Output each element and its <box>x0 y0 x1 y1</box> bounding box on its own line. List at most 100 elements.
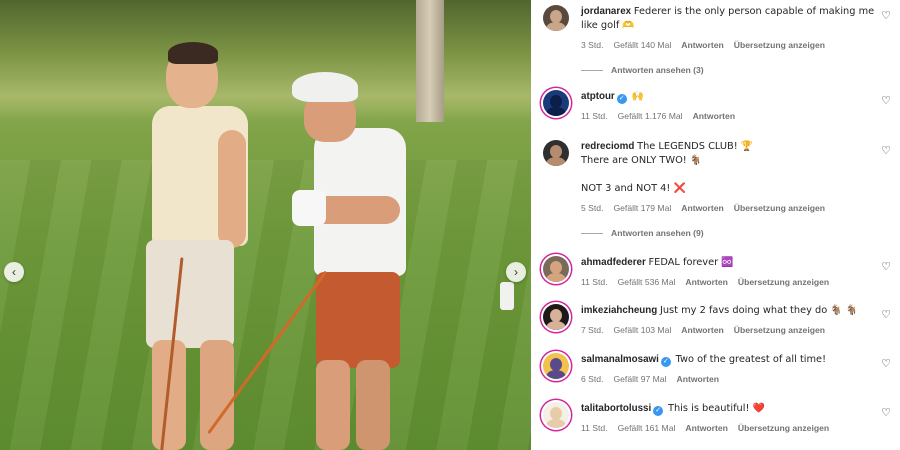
comment-meta: 11 Std. Gefällt 161 Mal Antworten Übersetzu… <box>581 421 875 435</box>
carousel-next-button[interactable]: › <box>506 262 526 282</box>
translate-button[interactable]: Übersetzung anzeigen <box>738 421 829 435</box>
comment-likes[interactable]: Gefällt 161 Mal <box>618 421 676 435</box>
avatar[interactable] <box>543 353 569 379</box>
comment-time[interactable]: 5 Std. <box>581 201 603 215</box>
divider-line <box>581 69 603 71</box>
comment-body: salmanalmosawi ✓ Two of the greatest of a… <box>581 353 899 386</box>
heart-outline-icon[interactable]: ♡ <box>881 406 891 419</box>
avatar-body <box>546 419 566 428</box>
comment-username[interactable]: jordanarex <box>581 6 631 17</box>
comment-meta: 11 Std. Gefällt 1.176 Mal Antworten <box>581 109 875 123</box>
comment-likes[interactable]: Gefällt 536 Mal <box>618 275 676 289</box>
comment-meta: 3 Std. Gefällt 140 Mal Antworten Übersetzun… <box>581 38 875 52</box>
comment-time[interactable]: 11 Std. <box>581 421 608 435</box>
palm-trunk <box>416 0 444 122</box>
avatar-body <box>546 157 566 166</box>
comment-text: Two of the greatest of all time! <box>675 354 827 365</box>
view-replies-label: Antworten ansehen (3) <box>611 65 704 75</box>
avatar-body <box>546 22 566 31</box>
heart-outline-icon[interactable]: ♡ <box>881 9 891 22</box>
comment-item: redreciomd The LEGENDS CLUB! 🏆 There are… <box>543 140 899 215</box>
comment-meta: 6 Std. Gefällt 97 Mal Antworten <box>581 372 875 386</box>
comment-body: atptour ✓ 🙌 11 Std. Gefällt 1.176 Mal Antwor… <box>581 90 899 123</box>
avatar[interactable] <box>543 140 569 166</box>
verified-badge-icon: ✓ <box>653 406 664 416</box>
reply-button[interactable]: Antworten <box>677 372 720 386</box>
comment-likes[interactable]: Gefällt 97 Mal <box>613 372 666 386</box>
comment-time[interactable]: 3 Std. <box>581 38 603 52</box>
comment-text: FEDAL forever ♾️ <box>648 257 734 268</box>
comment-body: jordanarex Federer is the only person ca… <box>581 5 899 52</box>
chevron-right-icon: › <box>514 265 518 279</box>
comment-likes[interactable]: Gefällt 140 Mal <box>613 38 671 52</box>
heart-outline-icon[interactable]: ♡ <box>881 260 891 273</box>
avatar[interactable] <box>543 304 569 330</box>
fairway-grass <box>0 160 531 450</box>
comment-text: 🙌 <box>631 91 644 102</box>
comment-text: This is beautiful! ❤️ <box>667 403 765 414</box>
comment-username[interactable]: ahmadfederer <box>581 257 646 268</box>
reply-button[interactable]: Antworten <box>685 421 728 435</box>
comment-time[interactable]: 6 Std. <box>581 372 603 386</box>
reply-button[interactable]: Antworten <box>693 109 736 123</box>
comment-time[interactable]: 11 Std. <box>581 109 608 123</box>
comment-item: jordanarex Federer is the only person ca… <box>543 5 899 52</box>
comment-meta: 7 Std. Gefällt 103 Mal Antworten Übersetzun… <box>581 323 875 337</box>
comment-username[interactable]: salmanalmosawi <box>581 354 659 365</box>
carousel-prev-button[interactable]: ‹ <box>4 262 24 282</box>
verified-badge-icon: ✓ <box>660 357 671 367</box>
divider-line <box>581 232 603 234</box>
comment-username[interactable]: atptour <box>581 91 615 102</box>
person-left-shorts <box>146 240 234 348</box>
person-right-cap <box>292 72 358 102</box>
translate-button[interactable]: Übersetzung anzeigen <box>734 201 825 215</box>
translate-button[interactable]: Übersetzung anzeigen <box>738 275 829 289</box>
avatar[interactable] <box>543 5 569 31</box>
comment-meta: 11 Std. Gefällt 536 Mal Antworten Übersetzu… <box>581 275 875 289</box>
chevron-left-icon: ‹ <box>12 265 16 279</box>
comment-item: imkeziahcheung Just my 2 favs doing what… <box>543 304 899 337</box>
person-left-leg <box>200 340 234 450</box>
comment-text: Just my 2 favs doing what they do 🐐 🐐 <box>659 305 858 316</box>
reply-button[interactable]: Antworten <box>681 201 724 215</box>
comment-time[interactable]: 7 Std. <box>581 323 603 337</box>
comment-body: ahmadfederer FEDAL forever ♾️ 11 Std. Gefä… <box>581 256 899 289</box>
comment-meta: 5 Std. Gefällt 179 Mal Antworten Übersetzun… <box>581 201 875 215</box>
reply-button[interactable]: Antworten <box>681 323 724 337</box>
person-right-shorts <box>316 272 400 368</box>
view-replies-button[interactable]: Antworten ansehen (3) <box>581 65 704 75</box>
background-trees <box>0 0 531 120</box>
person-right-glove <box>292 190 326 226</box>
comment-username[interactable]: redreciomd <box>581 141 634 152</box>
comment-body: imkeziahcheung Just my 2 favs doing what… <box>581 304 899 337</box>
avatar-body <box>546 273 566 282</box>
heart-outline-icon[interactable]: ♡ <box>881 144 891 157</box>
view-replies-button[interactable]: Antworten ansehen (9) <box>581 228 704 238</box>
person-right-leg <box>356 360 390 450</box>
tee-marker <box>500 282 514 310</box>
heart-outline-icon[interactable]: ♡ <box>881 357 891 370</box>
heart-outline-icon[interactable]: ♡ <box>881 94 891 107</box>
comments-panel: jordanarex Federer is the only person ca… <box>531 0 900 450</box>
translate-button[interactable]: Übersetzung anzeigen <box>734 323 825 337</box>
comment-item: atptour ✓ 🙌 11 Std. Gefällt 1.176 Mal Antwor… <box>543 90 899 123</box>
heart-outline-icon[interactable]: ♡ <box>881 308 891 321</box>
translate-button[interactable]: Übersetzung anzeigen <box>734 38 825 52</box>
comment-time[interactable]: 11 Std. <box>581 275 608 289</box>
comment-item: talitabortolussi ✓ This is beautiful! ❤️ 1… <box>543 402 899 435</box>
comment-body: redreciomd The LEGENDS CLUB! 🏆 There are… <box>581 140 899 215</box>
comment-likes[interactable]: Gefällt 179 Mal <box>613 201 671 215</box>
avatar[interactable] <box>543 256 569 282</box>
comment-likes[interactable]: Gefällt 103 Mal <box>613 323 671 337</box>
avatar[interactable] <box>543 402 569 428</box>
person-left-arm <box>218 130 246 248</box>
comment-username[interactable]: imkeziahcheung <box>581 305 657 316</box>
comment-username[interactable]: talitabortolussi <box>581 403 651 414</box>
comment-likes[interactable]: Gefällt 1.176 Mal <box>618 109 683 123</box>
post-photo: ‹ › <box>0 0 531 450</box>
reply-button[interactable]: Antworten <box>685 275 728 289</box>
comment-item: ahmadfederer FEDAL forever ♾️ 11 Std. Gefä… <box>543 256 899 289</box>
reply-button[interactable]: Antworten <box>681 38 724 52</box>
post-viewer: ‹ › jordanarex Federer is the only perso… <box>0 0 900 450</box>
avatar[interactable] <box>543 90 569 116</box>
